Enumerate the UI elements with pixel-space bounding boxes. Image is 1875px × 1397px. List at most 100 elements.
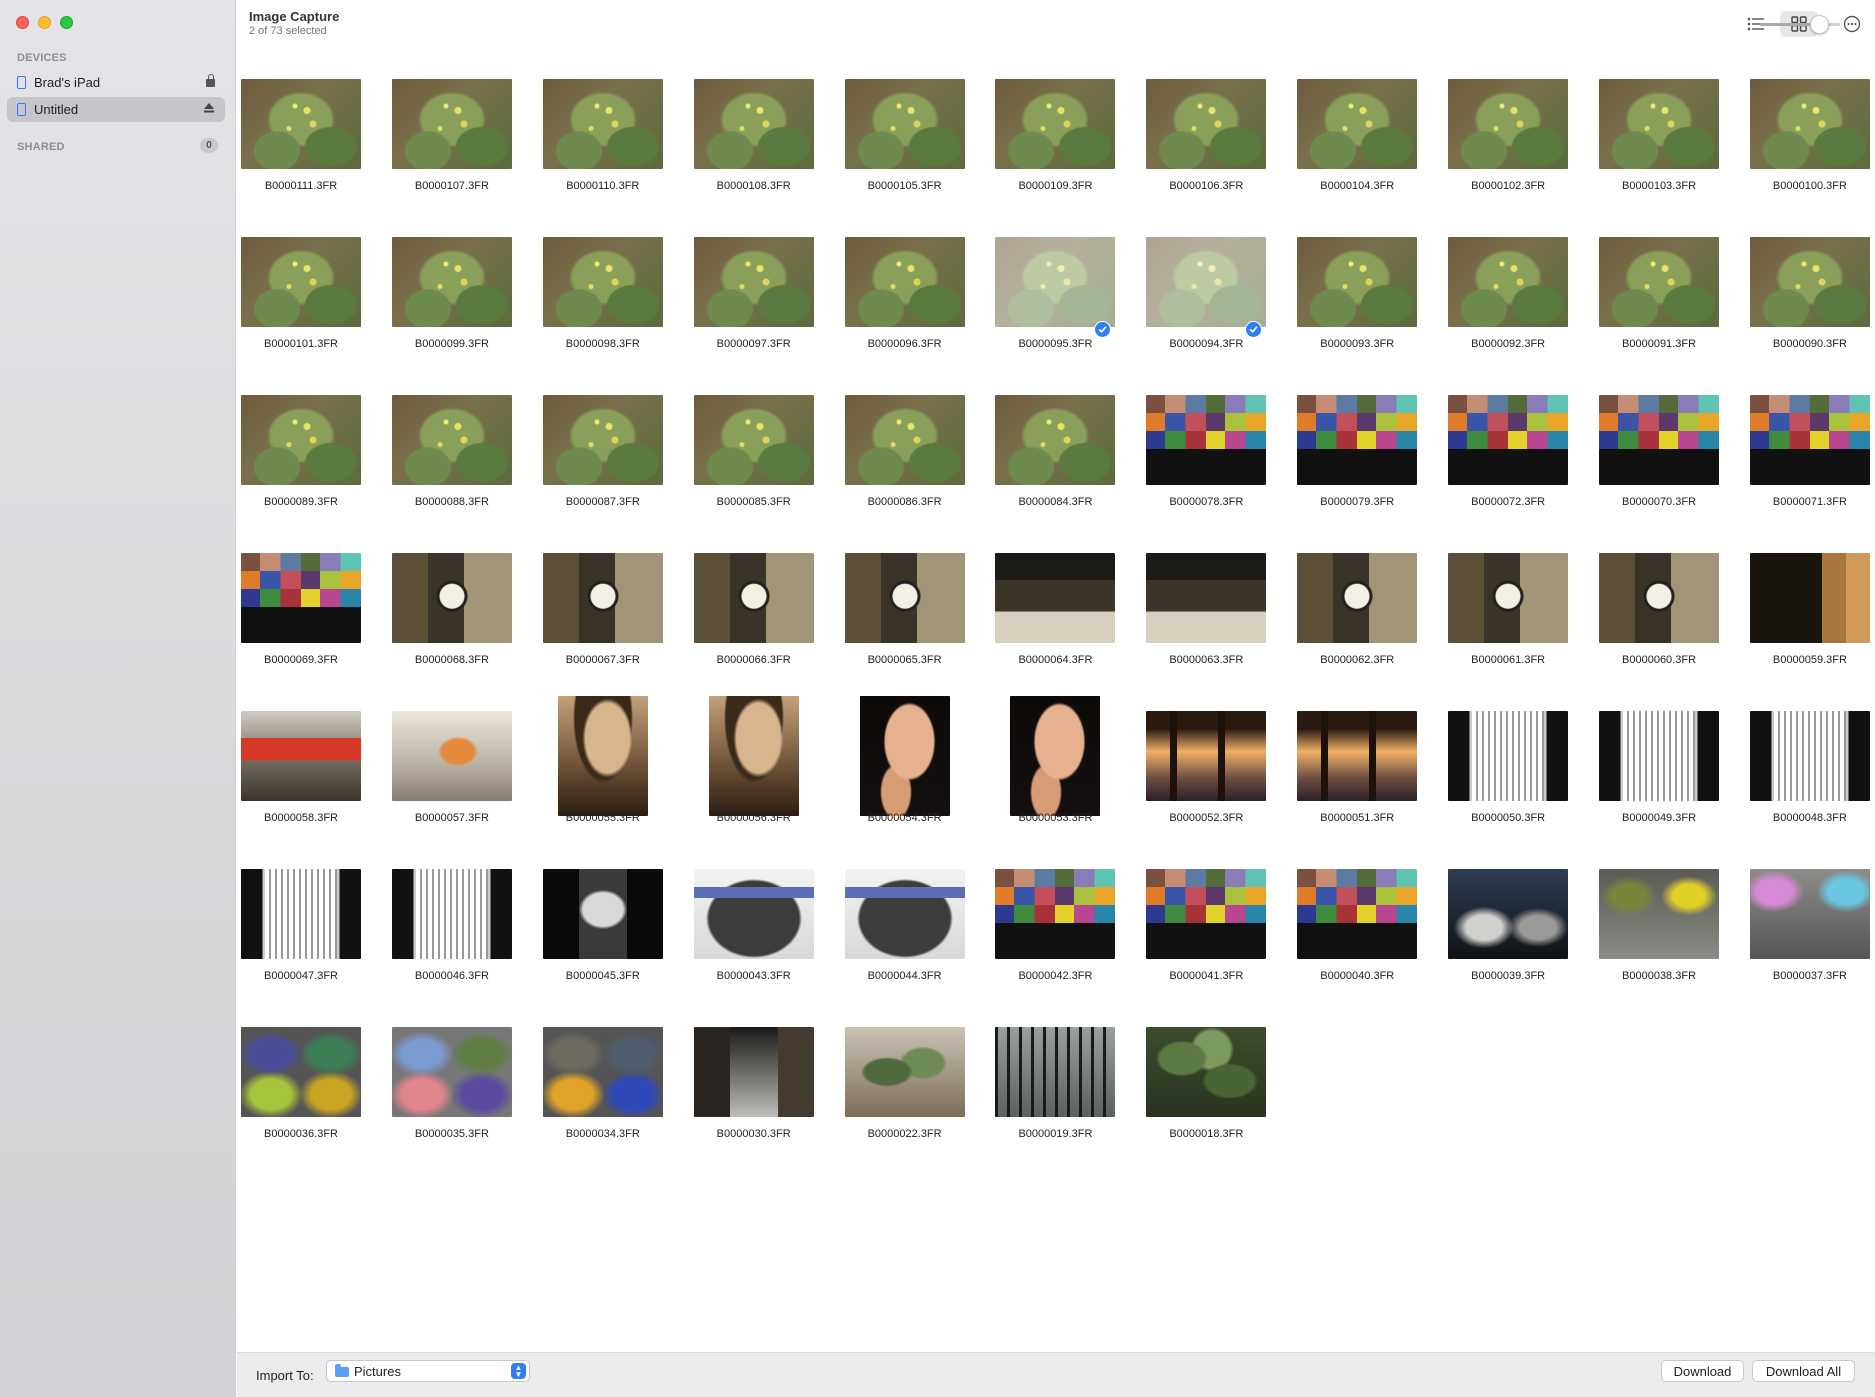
photo-thumbnail[interactable]: [542, 79, 663, 169]
photo-item[interactable]: B0000053.3FR: [995, 696, 1146, 854]
photo-thumbnail[interactable]: [241, 869, 361, 959]
eject-icon[interactable]: [203, 102, 215, 117]
photo-thumbnail[interactable]: [1146, 1027, 1267, 1117]
download-all-button[interactable]: Download All: [1752, 1360, 1855, 1382]
photo-item[interactable]: B0000084.3FR: [995, 380, 1146, 538]
photo-item[interactable]: B0000085.3FR: [693, 380, 845, 538]
photo-item[interactable]: B0000019.3FR: [995, 1012, 1146, 1170]
photo-thumbnail[interactable]: [542, 395, 663, 485]
photo-thumbnail[interactable]: [1599, 79, 1720, 169]
photo-item[interactable]: B0000062.3FR: [1297, 538, 1448, 696]
photo-thumbnail[interactable]: [1448, 711, 1569, 801]
photo-thumbnail[interactable]: [241, 1027, 361, 1117]
photo-thumbnail[interactable]: [1599, 395, 1720, 485]
photo-item[interactable]: B0000018.3FR: [1146, 1012, 1297, 1170]
photo-thumbnail[interactable]: [1010, 696, 1101, 816]
photo-item[interactable]: B0000068.3FR: [391, 538, 543, 696]
photo-thumbnail[interactable]: [241, 711, 361, 801]
photo-thumbnail[interactable]: [844, 553, 965, 643]
photo-thumbnail[interactable]: [844, 1027, 965, 1117]
photo-item[interactable]: B0000096.3FR: [844, 222, 996, 380]
photo-item[interactable]: B0000047.3FR: [241, 854, 392, 1012]
photo-item[interactable]: B0000099.3FR: [391, 222, 543, 380]
photo-thumbnail[interactable]: [1146, 395, 1267, 485]
photo-thumbnail[interactable]: [1297, 869, 1418, 959]
photo-thumbnail[interactable]: [693, 553, 814, 643]
photo-item[interactable]: B0000046.3FR: [391, 854, 543, 1012]
photo-item[interactable]: B0000079.3FR: [1297, 380, 1448, 538]
photo-thumbnail[interactable]: [557, 696, 648, 816]
photo-item[interactable]: B0000094.3FR: [1146, 222, 1297, 380]
photo-item[interactable]: B0000044.3FR: [844, 854, 996, 1012]
photo-item[interactable]: B0000104.3FR: [1297, 64, 1448, 222]
photo-thumbnail[interactable]: [1599, 869, 1720, 959]
photo-item[interactable]: B0000111.3FR: [241, 64, 392, 222]
photo-thumbnail[interactable]: [1146, 79, 1267, 169]
photo-item[interactable]: B0000110.3FR: [542, 64, 694, 222]
photo-thumbnail[interactable]: [1749, 79, 1870, 169]
photo-thumbnail[interactable]: [1297, 553, 1418, 643]
photo-item[interactable]: B0000095.3FR: [995, 222, 1146, 380]
photo-thumbnail[interactable]: [693, 1027, 814, 1117]
photo-item[interactable]: B0000100.3FR: [1749, 64, 1875, 222]
photo-item[interactable]: B0000109.3FR: [995, 64, 1146, 222]
photo-thumbnail[interactable]: [1448, 237, 1569, 327]
photo-item[interactable]: B0000070.3FR: [1599, 380, 1750, 538]
photo-thumbnail[interactable]: [1448, 553, 1569, 643]
photo-item[interactable]: B0000048.3FR: [1749, 696, 1875, 854]
photo-item[interactable]: B0000108.3FR: [693, 64, 845, 222]
photo-item[interactable]: B0000091.3FR: [1599, 222, 1750, 380]
photo-thumbnail[interactable]: [1599, 553, 1720, 643]
photo-thumbnail[interactable]: [1146, 237, 1267, 327]
photo-item[interactable]: B0000078.3FR: [1146, 380, 1297, 538]
photo-item[interactable]: B0000093.3FR: [1297, 222, 1448, 380]
photo-thumbnail[interactable]: [241, 553, 361, 643]
photo-item[interactable]: B0000034.3FR: [542, 1012, 694, 1170]
photo-thumbnail[interactable]: [1749, 553, 1870, 643]
photo-thumbnail[interactable]: [995, 553, 1116, 643]
photo-item[interactable]: B0000106.3FR: [1146, 64, 1297, 222]
photo-item[interactable]: B0000105.3FR: [844, 64, 996, 222]
photo-item[interactable]: B0000060.3FR: [1599, 538, 1750, 696]
photo-item[interactable]: B0000069.3FR: [241, 538, 392, 696]
photo-thumbnail[interactable]: [1448, 79, 1569, 169]
photo-thumbnail[interactable]: [1599, 711, 1720, 801]
photo-item[interactable]: B0000065.3FR: [844, 538, 996, 696]
photo-item[interactable]: B0000054.3FR: [845, 696, 996, 854]
photo-item[interactable]: B0000067.3FR: [542, 538, 694, 696]
sidebar-item-untitled[interactable]: Untitled: [7, 97, 225, 122]
photo-item[interactable]: B0000061.3FR: [1448, 538, 1599, 696]
photo-thumbnail[interactable]: [391, 79, 512, 169]
photo-thumbnail[interactable]: [542, 869, 663, 959]
photo-item[interactable]: B0000090.3FR: [1749, 222, 1875, 380]
photo-thumbnail[interactable]: [995, 869, 1116, 959]
photo-item[interactable]: B0000103.3FR: [1599, 64, 1750, 222]
photo-thumbnail[interactable]: [1297, 395, 1418, 485]
photo-thumbnail[interactable]: [542, 553, 663, 643]
photo-item[interactable]: B0000051.3FR: [1297, 696, 1448, 854]
photo-thumbnail[interactable]: [1297, 711, 1418, 801]
photo-item[interactable]: B0000102.3FR: [1448, 64, 1599, 222]
photo-thumbnail[interactable]: [844, 869, 965, 959]
photo-item[interactable]: B0000092.3FR: [1448, 222, 1599, 380]
photo-thumbnail[interactable]: [844, 395, 965, 485]
photo-thumbnail[interactable]: [859, 696, 950, 816]
photo-thumbnail[interactable]: [1448, 869, 1569, 959]
photo-item[interactable]: B0000052.3FR: [1146, 696, 1297, 854]
photo-item[interactable]: B0000037.3FR: [1749, 854, 1875, 1012]
download-button[interactable]: Download: [1661, 1360, 1744, 1382]
minimize-window-button[interactable]: [38, 16, 51, 29]
photo-thumbnail[interactable]: [1749, 237, 1870, 327]
photo-item[interactable]: B0000036.3FR: [241, 1012, 392, 1170]
photo-item[interactable]: B0000086.3FR: [844, 380, 996, 538]
photo-thumbnail[interactable]: [693, 869, 814, 959]
photo-thumbnail[interactable]: [241, 237, 361, 327]
thumbnail-size-slider[interactable]: [1760, 15, 1840, 34]
photo-item[interactable]: B0000039.3FR: [1448, 854, 1599, 1012]
photo-thumbnail[interactable]: [391, 237, 512, 327]
photo-thumbnail[interactable]: [1146, 869, 1267, 959]
photo-item[interactable]: B0000040.3FR: [1297, 854, 1448, 1012]
photo-thumbnail[interactable]: [391, 711, 512, 801]
photo-item[interactable]: B0000088.3FR: [391, 380, 543, 538]
import-destination-select[interactable]: Pictures ▲ ▼: [326, 1360, 530, 1382]
